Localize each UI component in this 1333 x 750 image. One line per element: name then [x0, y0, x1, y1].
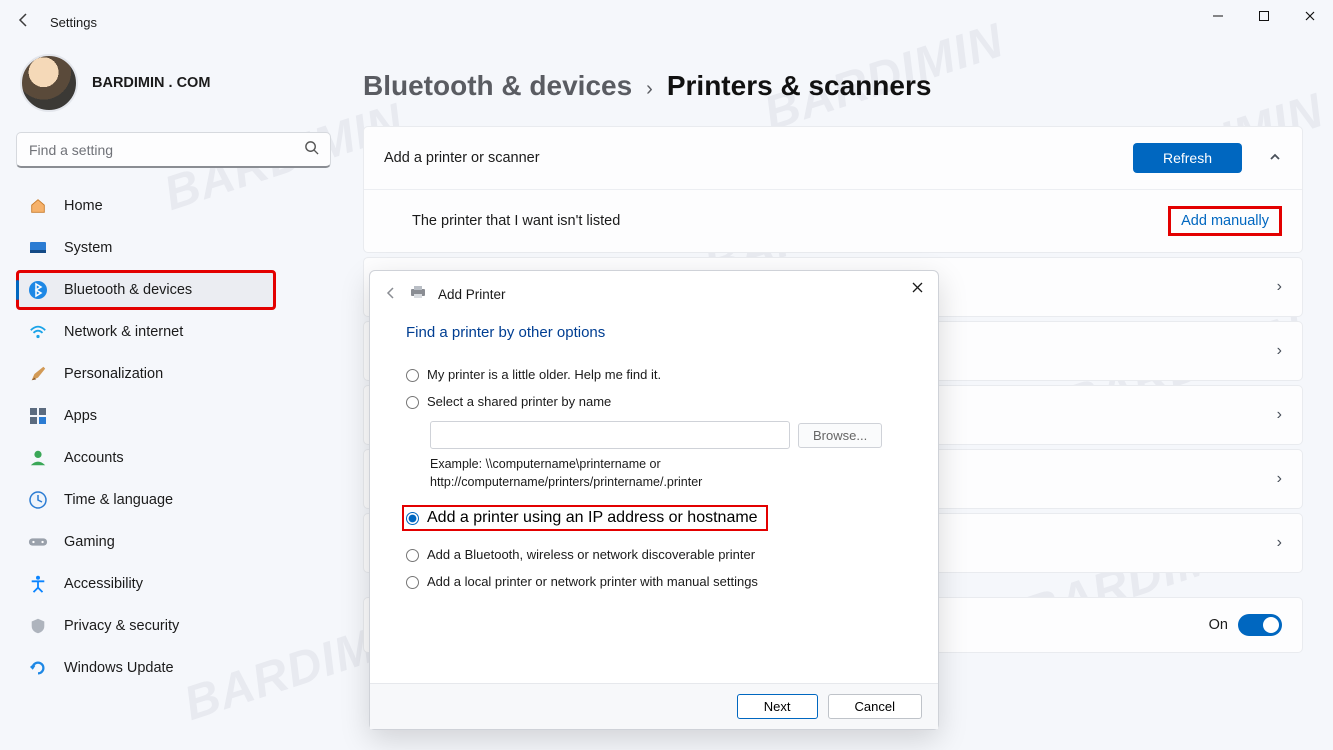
option-ip-hostname[interactable]: Add a printer using an IP address or hos… — [402, 505, 768, 531]
system-icon — [28, 238, 48, 258]
nav-system[interactable]: System — [16, 228, 333, 268]
maximize-button[interactable] — [1241, 0, 1287, 32]
dialog-title: Add Printer — [438, 287, 506, 302]
dialog-heading: Find a printer by other options — [406, 324, 902, 341]
nav-accounts[interactable]: Accounts — [16, 438, 333, 478]
page-title: Printers & scanners — [667, 70, 932, 102]
dialog-back-button[interactable] — [384, 286, 398, 304]
option-label: My printer is a little older. Help me fi… — [427, 367, 661, 382]
search-icon — [304, 140, 319, 159]
nav-label: System — [64, 240, 112, 256]
window-controls — [1195, 0, 1333, 32]
shared-example: Example: \\computername\printername or h… — [430, 455, 770, 491]
accessibility-icon — [28, 574, 48, 594]
nav-label: Accounts — [64, 450, 124, 466]
sidebar: BARDIMIN . COM Home System Bluetooth & d… — [0, 44, 345, 750]
apps-icon — [28, 406, 48, 426]
nav-label: Gaming — [64, 534, 115, 550]
radio-local[interactable] — [406, 576, 419, 589]
close-button[interactable] — [1287, 0, 1333, 32]
radio-ip[interactable] — [406, 512, 419, 525]
cancel-button[interactable]: Cancel — [828, 694, 922, 719]
option-label: Select a shared printer by name — [427, 394, 611, 409]
nav-label: Windows Update — [64, 660, 174, 676]
chevron-right-icon: › — [1277, 534, 1282, 552]
nav-personalization[interactable]: Personalization — [16, 354, 333, 394]
chevron-right-icon: › — [1277, 342, 1282, 360]
nav-home[interactable]: Home — [16, 186, 333, 226]
radio-shared[interactable] — [406, 396, 419, 409]
option-label: Add a Bluetooth, wireless or network dis… — [427, 547, 755, 562]
gamepad-icon — [28, 532, 48, 552]
nav-label: Time & language — [64, 492, 173, 508]
breadcrumb-level1[interactable]: Bluetooth & devices — [363, 70, 632, 102]
nav-label: Accessibility — [64, 576, 143, 592]
default-printer-toggle[interactable] — [1238, 614, 1282, 636]
app-title: Settings — [50, 15, 97, 30]
person-icon — [28, 448, 48, 468]
chevron-right-icon: › — [1277, 278, 1282, 296]
nav-label: Personalization — [64, 366, 163, 382]
minimize-button[interactable] — [1195, 0, 1241, 32]
option-label: Add a printer using an IP address or hos… — [427, 509, 758, 527]
profile[interactable]: BARDIMIN . COM — [16, 54, 333, 112]
nav-network[interactable]: Network & internet — [16, 312, 333, 352]
profile-name: BARDIMIN . COM — [92, 75, 210, 91]
bluetooth-icon — [28, 280, 48, 300]
nav-privacy[interactable]: Privacy & security — [16, 606, 333, 646]
search-input[interactable] — [16, 132, 331, 168]
update-icon — [28, 658, 48, 678]
breadcrumb: Bluetooth & devices › Printers & scanner… — [363, 70, 1303, 102]
browse-button[interactable]: Browse... — [798, 423, 882, 448]
avatar — [20, 54, 78, 112]
chevron-right-icon: › — [1277, 406, 1282, 424]
option-bluetooth-wireless[interactable]: Add a Bluetooth, wireless or network dis… — [406, 547, 902, 562]
radio-older[interactable] — [406, 369, 419, 382]
nav-bluetooth-devices[interactable]: Bluetooth & devices — [16, 270, 276, 310]
nav-label: Bluetooth & devices — [64, 282, 192, 298]
dialog-close-button[interactable] — [911, 281, 924, 298]
radio-bt[interactable] — [406, 549, 419, 562]
nav-label: Apps — [64, 408, 97, 424]
clock-icon — [28, 490, 48, 510]
add-printer-dialog: Add Printer Find a printer by other opti… — [369, 270, 939, 730]
search-box[interactable] — [16, 132, 331, 168]
add-printer-label: Add a printer or scanner — [384, 150, 540, 166]
add-printer-row: Add a printer or scanner Refresh — [364, 127, 1302, 189]
nav: Home System Bluetooth & devices Network … — [16, 186, 333, 688]
chevron-up-icon[interactable] — [1268, 150, 1282, 167]
option-older-printer[interactable]: My printer is a little older. Help me fi… — [406, 367, 902, 382]
option-shared-printer[interactable]: Select a shared printer by name — [406, 394, 902, 409]
next-button[interactable]: Next — [737, 694, 818, 719]
nav-label: Home — [64, 198, 103, 214]
not-listed-row: The printer that I want isn't listed Add… — [364, 189, 1302, 252]
wifi-icon — [28, 322, 48, 342]
home-icon — [28, 196, 48, 216]
nav-label: Network & internet — [64, 324, 183, 340]
toggle-state-label: On — [1209, 617, 1228, 633]
refresh-button[interactable]: Refresh — [1133, 143, 1242, 173]
add-printer-card: Add a printer or scanner Refresh The pri… — [363, 126, 1303, 253]
nav-apps[interactable]: Apps — [16, 396, 333, 436]
shield-icon — [28, 616, 48, 636]
nav-gaming[interactable]: Gaming — [16, 522, 333, 562]
printer-icon — [408, 285, 428, 304]
nav-windows-update[interactable]: Windows Update — [16, 648, 333, 688]
add-manually-link[interactable]: Add manually — [1168, 206, 1282, 236]
brush-icon — [28, 364, 48, 384]
nav-label: Privacy & security — [64, 618, 179, 634]
shared-printer-input[interactable] — [430, 421, 790, 449]
back-button[interactable] — [10, 12, 38, 33]
nav-accessibility[interactable]: Accessibility — [16, 564, 333, 604]
not-listed-label: The printer that I want isn't listed — [412, 213, 620, 229]
titlebar: Settings — [0, 0, 1333, 44]
chevron-right-icon: › — [1277, 470, 1282, 488]
option-label: Add a local printer or network printer w… — [427, 574, 758, 589]
option-local-manual[interactable]: Add a local printer or network printer w… — [406, 574, 902, 589]
nav-time-language[interactable]: Time & language — [16, 480, 333, 520]
chevron-right-icon: › — [646, 78, 653, 101]
